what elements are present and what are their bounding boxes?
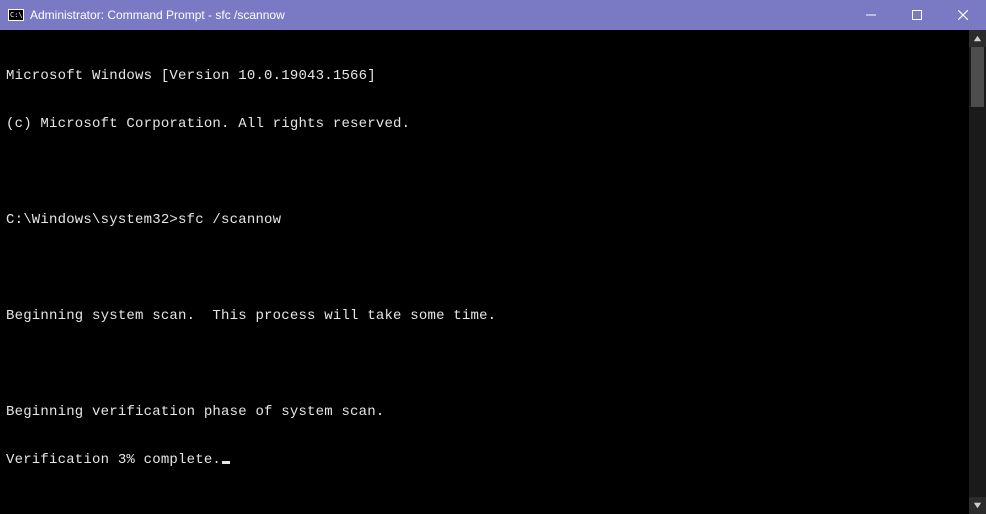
output-line (6, 356, 969, 372)
output-line: Beginning system scan. This process will… (6, 308, 969, 324)
scroll-track[interactable] (969, 47, 986, 497)
window-title: Administrator: Command Prompt - sfc /sca… (30, 8, 285, 22)
output-line: Verification 3% complete. (6, 452, 969, 468)
terminal-output[interactable]: Microsoft Windows [Version 10.0.19043.15… (0, 30, 969, 514)
close-button[interactable] (940, 0, 986, 30)
scroll-up-button[interactable] (969, 30, 986, 47)
output-line: C:\Windows\system32>sfc /scannow (6, 212, 969, 228)
svg-text:C:\: C:\ (10, 11, 23, 19)
vertical-scrollbar[interactable] (969, 30, 986, 514)
client-area: Microsoft Windows [Version 10.0.19043.15… (0, 30, 986, 514)
cmd-icon: C:\ (8, 7, 24, 23)
maximize-button[interactable] (894, 0, 940, 30)
minimize-button[interactable] (848, 0, 894, 30)
output-line: Microsoft Windows [Version 10.0.19043.15… (6, 68, 969, 84)
command-prompt-window: C:\ Administrator: Command Prompt - sfc … (0, 0, 986, 514)
output-line: (c) Microsoft Corporation. All rights re… (6, 116, 969, 132)
text-cursor (222, 461, 230, 464)
output-text: Verification 3% complete. (6, 452, 221, 468)
output-line: Beginning verification phase of system s… (6, 404, 969, 420)
scroll-thumb[interactable] (971, 47, 984, 107)
output-line (6, 260, 969, 276)
output-line (6, 164, 969, 180)
titlebar[interactable]: C:\ Administrator: Command Prompt - sfc … (0, 0, 986, 30)
scroll-down-button[interactable] (969, 497, 986, 514)
